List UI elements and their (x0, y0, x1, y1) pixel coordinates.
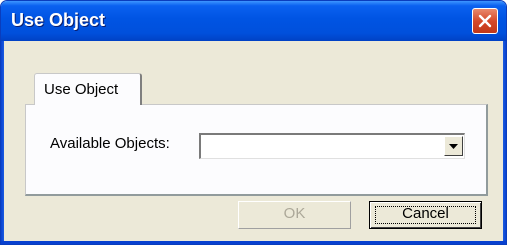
close-x-icon (478, 14, 492, 28)
ok-button[interactable]: OK (238, 201, 351, 229)
window-frame-left (1, 41, 4, 244)
cancel-button-label: Cancel (402, 205, 449, 222)
tab-use-object[interactable]: Use Object (34, 73, 142, 105)
use-object-dialog: Use Object Use Object Available Objects:… (0, 0, 507, 245)
close-button[interactable] (472, 8, 498, 34)
cancel-button[interactable]: Cancel (369, 201, 482, 229)
tab-label: Use Object (44, 81, 119, 98)
chevron-down-icon (449, 144, 458, 149)
window-title: Use Object (11, 10, 106, 30)
window-frame-bottom (1, 241, 506, 244)
window-frame-right (503, 41, 506, 244)
available-objects-label: Available Objects: (50, 135, 170, 152)
available-objects-dropdown[interactable] (199, 133, 465, 159)
tab-panel-use-object: Available Objects: (25, 104, 488, 196)
title-bar[interactable]: Use Object (1, 1, 506, 41)
dropdown-arrow-button[interactable] (444, 136, 463, 156)
ok-button-label: OK (283, 205, 306, 222)
